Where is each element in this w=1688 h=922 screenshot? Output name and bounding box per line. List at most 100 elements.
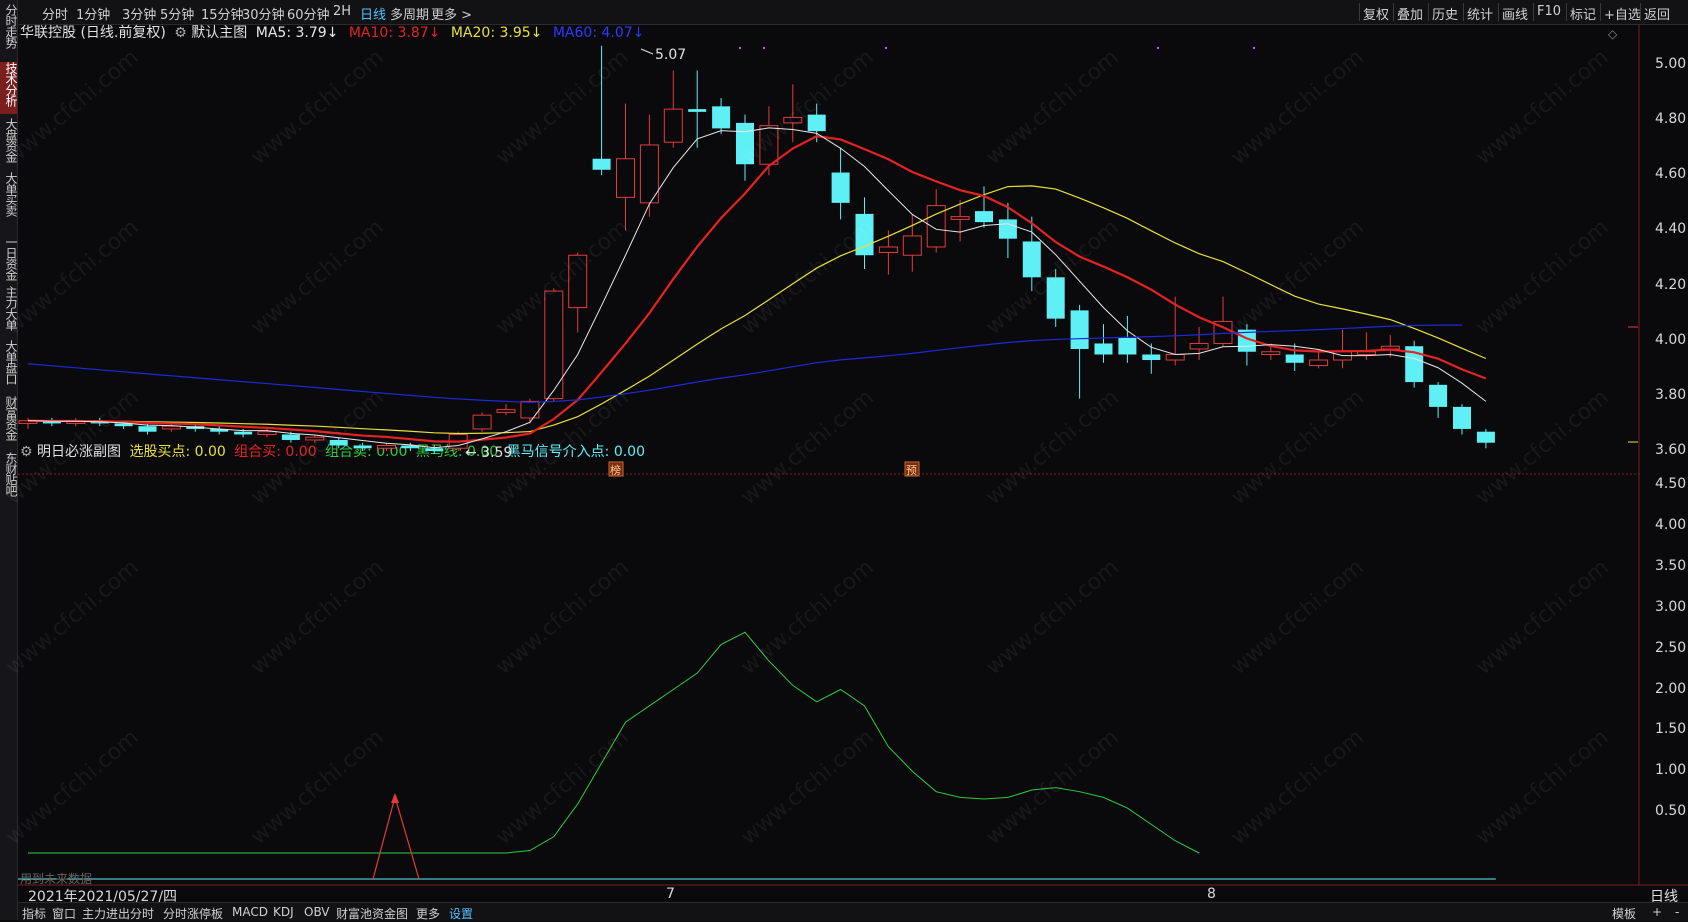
buy-arrow-icon (391, 793, 399, 803)
candle-body-down (1118, 337, 1137, 355)
candle[interactable] (544, 288, 564, 402)
future-data-note: 用到未来数据 (20, 872, 93, 886)
high-pointer (640, 48, 654, 55)
candle-body-up (257, 431, 277, 435)
candle[interactable] (831, 147, 850, 220)
candle[interactable] (1189, 326, 1209, 361)
bottom-tab-8[interactable]: 更多 (416, 905, 440, 922)
candle-body-up (496, 409, 516, 413)
rank-marker[interactable]: 榜 (608, 461, 624, 477)
bottom-toolbar: 指标 窗口 主力进出分时 分时涨停板 MACD KDJ OBV 财富池资金图 更多 设置 模板 + - (18, 902, 1688, 921)
bottom-tab-4[interactable]: MACD (232, 905, 268, 919)
template-control-1[interactable]: + (1652, 905, 1662, 919)
diamond-icon[interactable]: ◇ (1608, 27, 1618, 41)
candle-body-down (807, 114, 826, 132)
kline-chart[interactable]: 5.07 ← 3.59 榜 预 ◇ (0, 0, 1688, 920)
candle-body-up (1189, 342, 1209, 350)
bottom-tab-9[interactable]: 设置 (449, 905, 473, 922)
candle-body-up (1261, 351, 1281, 356)
price-tick-label: 5.00 (1655, 56, 1687, 72)
event-dot (1156, 46, 1160, 50)
candle[interactable] (1285, 343, 1304, 372)
candle[interactable] (353, 442, 372, 451)
candle[interactable] (639, 114, 659, 217)
candle[interactable] (736, 114, 754, 181)
candle[interactable] (878, 230, 898, 275)
candle[interactable] (1237, 324, 1256, 366)
candle[interactable] (1046, 269, 1065, 327)
candle[interactable] (496, 404, 516, 416)
candle[interactable] (42, 417, 61, 427)
ma20-line (27, 185, 1487, 435)
candle-body-down (1046, 277, 1065, 319)
candle[interactable] (1405, 340, 1424, 388)
ma5-line (27, 127, 1487, 449)
template-control-2[interactable]: - (1675, 905, 1679, 919)
bottom-tab-6[interactable]: OBV (304, 905, 330, 919)
candle[interactable] (1380, 335, 1400, 358)
sub-tick-label: 3.50 (1655, 557, 1687, 574)
candle[interactable] (616, 103, 635, 231)
candle[interactable] (472, 412, 492, 432)
candle[interactable] (1094, 324, 1113, 363)
candle-body-up (472, 414, 492, 430)
candle[interactable] (926, 189, 946, 253)
candle[interactable] (568, 252, 588, 333)
candle[interactable] (210, 426, 229, 435)
bottom-tab-7[interactable]: 财富池资金图 (336, 905, 408, 922)
high-price-label: 5.07 (655, 47, 686, 63)
candle[interactable] (688, 70, 707, 148)
candle-body-up (1356, 351, 1376, 356)
candle-body-up (161, 425, 181, 430)
candle-body-up (878, 246, 898, 253)
bottom-tab-3[interactable]: 分时涨停板 (163, 905, 223, 922)
ma10-line (27, 134, 1487, 443)
candle-body-down (712, 106, 731, 129)
candle[interactable] (855, 197, 874, 270)
candle-body-down (592, 158, 611, 170)
candle[interactable] (592, 45, 611, 176)
candle[interactable] (1453, 404, 1471, 435)
candle-body-down (975, 211, 993, 223)
candle[interactable] (1213, 296, 1233, 347)
sub-tick-label: 0.50 (1655, 803, 1687, 820)
candle-body-up (520, 400, 540, 419)
sub-tick-label: 1.00 (1655, 762, 1687, 779)
candle[interactable] (712, 98, 731, 134)
price-tick-label: 4.00 (1655, 331, 1687, 348)
forecast-marker[interactable]: 预 (904, 461, 920, 477)
candle[interactable] (401, 442, 420, 451)
candle-body-up (377, 444, 396, 449)
bottom-tab-5[interactable]: KDJ (273, 905, 294, 919)
candle[interactable] (663, 70, 683, 148)
price-tick-label: 4.80 (1655, 111, 1687, 128)
candle-body-down (1022, 241, 1041, 278)
candle-body-down (353, 445, 372, 449)
sub-tick-label: 4.50 (1655, 476, 1687, 493)
candle-body-up (783, 116, 803, 124)
template-control-0[interactable]: 模板 (1612, 905, 1636, 922)
forecast-marker-text: 预 (906, 464, 917, 477)
candle-body-down (1476, 431, 1495, 443)
price-tick-label: 4.60 (1655, 166, 1687, 183)
candle[interactable] (1142, 343, 1161, 374)
bottom-tab-2[interactable]: 主力进出分时 (82, 905, 154, 922)
candle[interactable] (1070, 304, 1089, 399)
sub-indicator-line (28, 631, 1200, 854)
bottom-tab-1[interactable]: 窗口 (52, 905, 76, 922)
candle[interactable] (18, 417, 38, 429)
candle[interactable] (783, 84, 803, 143)
event-dot (738, 46, 742, 50)
candle[interactable] (1118, 315, 1137, 363)
candle-body-down (998, 219, 1017, 239)
bottom-tab-0[interactable]: 指标 (22, 905, 46, 922)
buy-signal-spike (372, 794, 420, 880)
candle[interactable] (1333, 329, 1352, 369)
candle[interactable] (1429, 382, 1448, 418)
candle[interactable] (1476, 428, 1495, 449)
candle-body-up (616, 158, 635, 198)
candle-body-up (305, 436, 325, 441)
candle-body-up (663, 108, 683, 143)
event-dot (1252, 46, 1256, 50)
candle-body-down (1453, 406, 1471, 429)
